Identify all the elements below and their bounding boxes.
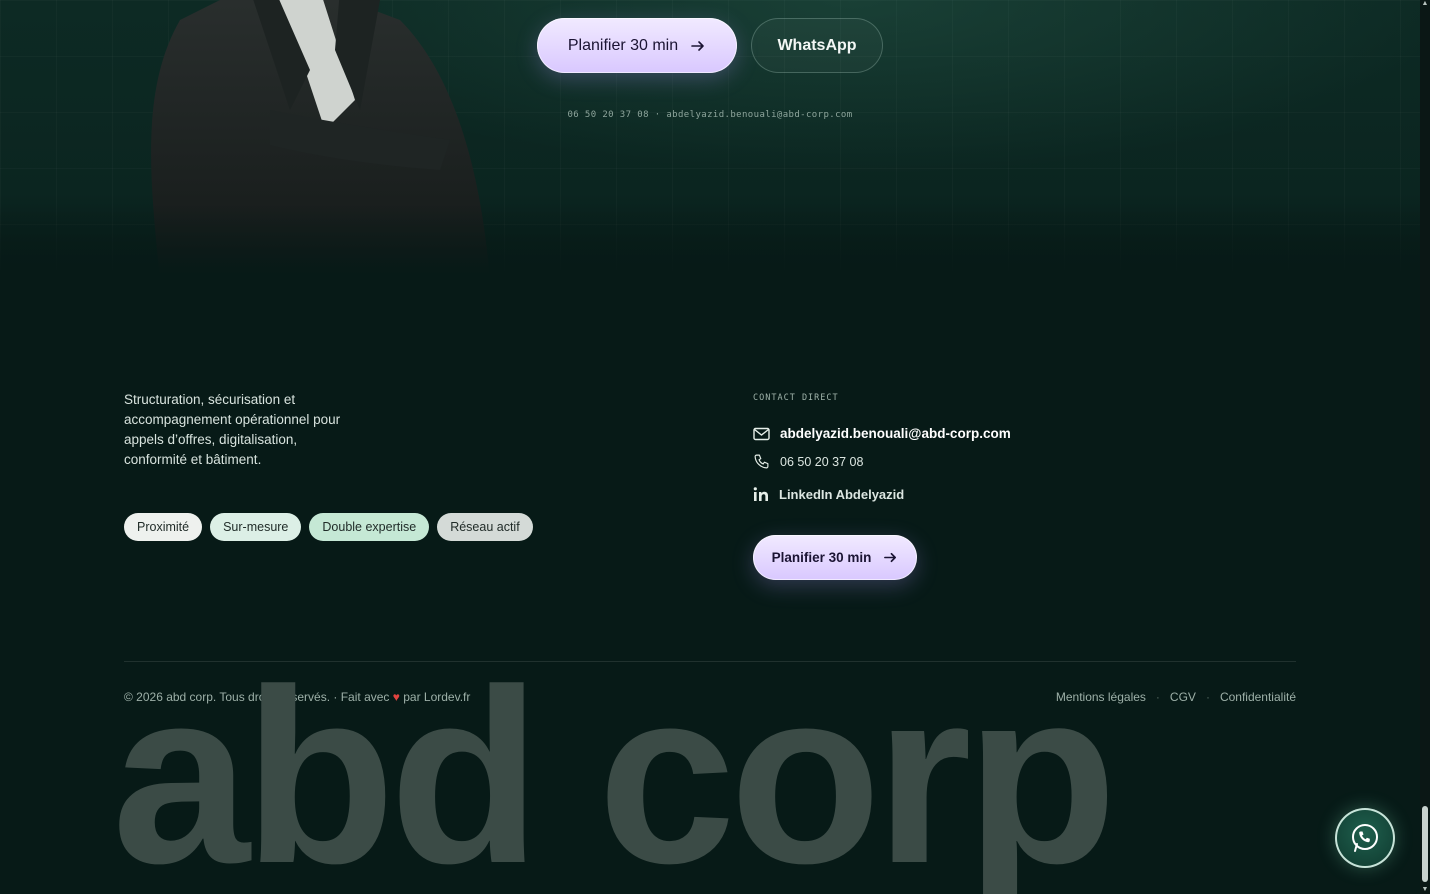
page-scrollbar[interactable]: ▲ ▼ <box>1420 0 1430 894</box>
contact-linkedin-link[interactable]: LinkedIn Abdelyazid <box>753 486 904 502</box>
arrow-right-icon <box>884 552 897 563</box>
chip-double-expertise: Double expertise <box>309 513 430 541</box>
hero-whatsapp-button[interactable]: WhatsApp <box>751 18 883 73</box>
hero-schedule-button[interactable]: Planifier 30 min <box>537 18 737 73</box>
hero-section: Planifier 30 min WhatsApp 06 50 20 37 08… <box>0 0 1420 275</box>
contact-email: abdelyazid.benouali@abd-corp.com <box>780 426 1011 441</box>
contact-schedule-button[interactable]: Planifier 30 min <box>753 535 917 580</box>
whatsapp-floating-button[interactable] <box>1335 808 1395 868</box>
contact-schedule-label: Planifier 30 min <box>771 550 872 565</box>
whatsapp-icon <box>1352 824 1378 852</box>
hero-whatsapp-label: WhatsApp <box>777 36 857 54</box>
linkedin-icon <box>753 487 768 501</box>
arrow-right-icon <box>691 40 704 51</box>
contact-email-link[interactable]: abdelyazid.benouali@abd-corp.com <box>753 426 1011 441</box>
phone-icon <box>754 454 769 469</box>
scroll-down-icon[interactable]: ▼ <box>1421 886 1429 894</box>
contact-phone-link[interactable]: 06 50 20 37 08 <box>753 453 863 470</box>
contact-linkedin: LinkedIn Abdelyazid <box>779 486 905 502</box>
hero-contact-line: 06 50 20 37 08 · abdelyazid.benouali@abd… <box>567 110 853 120</box>
scroll-up-icon[interactable]: ▲ <box>1421 0 1429 8</box>
contact-phone: 06 50 20 37 08 <box>780 454 864 469</box>
hero-schedule-label: Planifier 30 min <box>567 36 679 54</box>
chip-proximite: Proximité <box>124 513 203 541</box>
chip-sur-mesure: Sur-mesure <box>210 513 302 541</box>
scrollbar-thumb[interactable] <box>1422 806 1428 882</box>
chip-reseau-actif: Réseau actif <box>437 513 533 541</box>
company-tagline: Structuration, sécurisation et accompagn… <box>124 392 341 467</box>
contact-section-label: CONTACT DIRECT <box>753 393 839 403</box>
value-chips: Proximité Sur-mesure Double expertise Ré… <box>124 513 533 541</box>
footer-wordmark: abd corp <box>112 652 1117 894</box>
hero-fade <box>0 205 1420 275</box>
mail-icon <box>753 427 770 440</box>
